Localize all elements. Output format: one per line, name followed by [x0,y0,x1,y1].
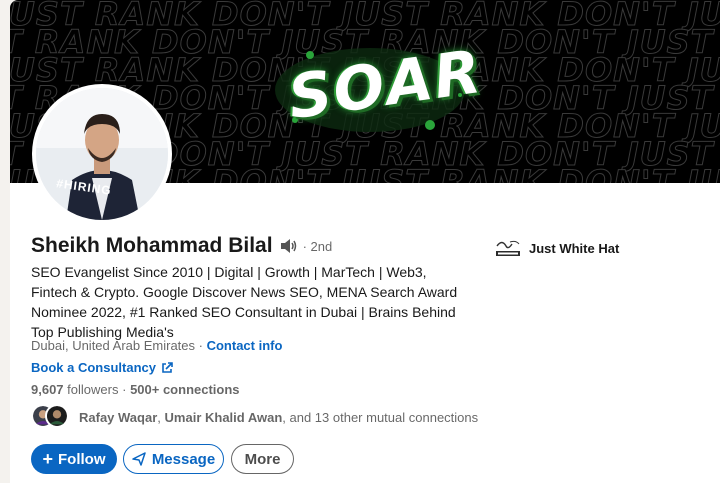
external-link-icon [162,361,173,373]
connection-degree: · 2nd [302,238,333,254]
mutual-rest: , and 13 other mutual connections [282,409,479,425]
more-label: More [244,450,281,468]
book-consultancy-label: Book a Consultancy [31,360,156,375]
location-line: Dubai, United Arab Emirates · Contact in… [31,338,282,353]
follow-button[interactable]: + Follow [31,444,117,474]
book-consultancy-link[interactable]: Book a Consultancy [31,360,173,375]
plus-icon: + [42,448,53,469]
message-label: Message [151,450,216,468]
mutual-avatar-2 [45,404,69,428]
followers-count: 9,607 [31,382,64,397]
mutual-connections[interactable]: Rafay Waqar, Umair Khalid Awan, and 13 o… [31,404,478,430]
mutual-sep: , [157,409,161,425]
separator-dot: · [122,382,127,397]
company-logo-icon [496,240,520,256]
profile-avatar[interactable] [32,84,172,224]
profile-name-row: Sheikh Mohammad Bilal · 2nd [31,234,332,258]
mutual-avatars [31,404,71,430]
followers-label: followers [67,382,119,397]
message-button[interactable]: Message [123,444,224,474]
profile-headline: SEO Evangelist Since 2010 | Digital | Gr… [31,264,458,340]
contact-info-link[interactable]: Contact info [207,338,283,353]
follow-label: Follow [58,450,106,468]
avatar-photo [36,88,168,220]
more-button[interactable]: More [231,444,294,474]
profile-card: JUST RANK DON'T JUST RANK DON'T JUST RAN… [10,0,720,483]
current-company[interactable]: Just White Hat [494,238,619,258]
speaker-icon[interactable] [279,237,299,255]
mutual-name-1: Rafay Waqar [79,409,158,425]
company-name: Just White Hat [529,240,620,256]
send-icon [132,452,146,466]
avatar [36,88,168,220]
connections-link[interactable]: 500+ connections [130,382,239,397]
profile-name: Sheikh Mohammad Bilal [31,234,273,257]
mutual-name-2: Umair Khalid Awan [164,409,283,425]
followers-line: 9,607 followers · 500+ connections [31,382,240,397]
location-text: Dubai, United Arab Emirates · [31,338,203,353]
